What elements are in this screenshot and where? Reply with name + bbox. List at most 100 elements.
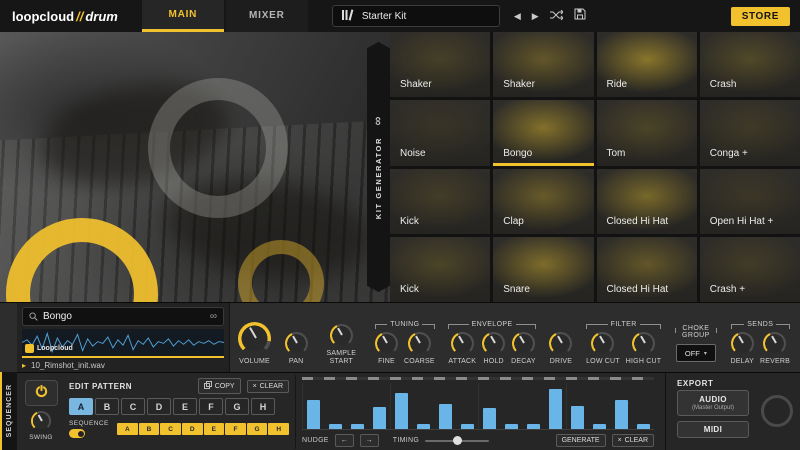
sequence-slot-e[interactable]: E	[204, 423, 225, 435]
nudge-right-button[interactable]: →	[360, 434, 379, 447]
pan-knob[interactable]	[285, 332, 308, 355]
search-input[interactable]	[43, 311, 205, 322]
pad-11[interactable]: Closed Hi Hat	[597, 169, 697, 234]
sequence-slot-a[interactable]: A	[117, 423, 138, 435]
pad-15[interactable]: Closed Hi Hat	[597, 237, 697, 302]
step-14[interactable]	[588, 383, 610, 429]
sequence-slot-b[interactable]: B	[139, 423, 160, 435]
attack-knob[interactable]	[451, 332, 474, 355]
step-bar[interactable]	[373, 407, 386, 429]
play-icon[interactable]: ▸	[22, 362, 26, 370]
choke-group-dropdown[interactable]: OFF ▾	[676, 344, 716, 362]
step-bar[interactable]	[637, 424, 650, 429]
step-bar[interactable]	[351, 424, 364, 429]
generate-button[interactable]: GENERATE	[556, 434, 606, 447]
pad-6[interactable]: Bongo	[493, 100, 593, 165]
step-bar[interactable]	[549, 389, 562, 429]
pad-10[interactable]: Clap	[493, 169, 593, 234]
pattern-button-d[interactable]: D	[147, 398, 171, 415]
save-button[interactable]	[574, 7, 586, 25]
pattern-button-b[interactable]: B	[95, 398, 119, 415]
prev-preset-button[interactable]: ◀	[514, 12, 521, 21]
step-8[interactable]	[456, 383, 478, 429]
step-12[interactable]	[544, 383, 566, 429]
copy-pattern-button[interactable]: COPY	[198, 378, 241, 394]
step-13[interactable]	[566, 383, 588, 429]
nudge-left-button[interactable]: ←	[335, 434, 354, 447]
step-bar[interactable]	[461, 424, 474, 429]
step-bar[interactable]	[505, 424, 518, 429]
step-bar[interactable]	[395, 393, 408, 429]
step-bar[interactable]	[439, 404, 452, 429]
pad-5[interactable]: Noise	[390, 100, 490, 165]
reverb-knob[interactable]	[763, 332, 786, 355]
pad-4[interactable]: Crash	[700, 32, 800, 97]
pad-2[interactable]: Shaker	[493, 32, 593, 97]
export-midi-button[interactable]: MIDI	[677, 421, 749, 438]
drive-knob[interactable]	[549, 332, 572, 355]
step-4[interactable]	[368, 383, 390, 429]
step-11[interactable]	[522, 383, 544, 429]
pattern-button-f[interactable]: F	[199, 398, 223, 415]
pad-8[interactable]: Conga +	[700, 100, 800, 165]
sequence-slot-h[interactable]: H	[268, 423, 289, 435]
step-7[interactable]	[434, 383, 456, 429]
coarse-knob[interactable]	[408, 332, 431, 355]
pattern-button-g[interactable]: G	[225, 398, 249, 415]
shuffle-button[interactable]	[550, 7, 563, 25]
high-cut-knob[interactable]	[632, 332, 655, 355]
sequencer-power-button[interactable]	[25, 380, 58, 406]
step-bar[interactable]	[571, 406, 584, 429]
pattern-button-a[interactable]: A	[69, 398, 93, 415]
step-10[interactable]	[500, 383, 522, 429]
sequence-slot-c[interactable]: C	[160, 423, 181, 435]
pad-9[interactable]: Kick	[390, 169, 490, 234]
step-3[interactable]	[346, 383, 368, 429]
step-bar[interactable]	[329, 424, 342, 429]
decay-knob[interactable]	[512, 332, 535, 355]
step-6[interactable]	[412, 383, 434, 429]
swing-knob[interactable]	[31, 411, 51, 431]
step-bar[interactable]	[307, 400, 320, 429]
delay-knob[interactable]	[731, 332, 754, 355]
pad-16[interactable]: Crash +	[700, 237, 800, 302]
preset-selector[interactable]: Starter Kit	[332, 5, 500, 27]
sequence-slot-f[interactable]: F	[225, 423, 246, 435]
sequence-toggle[interactable]	[69, 429, 85, 438]
store-button[interactable]: STORE	[731, 7, 790, 26]
sample-start-knob[interactable]	[330, 324, 353, 347]
step-9[interactable]	[478, 383, 500, 429]
loopcloud-link-icon[interactable]: ∞	[210, 311, 217, 322]
pattern-button-c[interactable]: C	[121, 398, 145, 415]
step-16[interactable]	[632, 383, 654, 429]
next-preset-button[interactable]: ▶	[532, 12, 539, 21]
step-bar[interactable]	[417, 424, 430, 429]
pad-14[interactable]: Snare	[493, 237, 593, 302]
step-15[interactable]	[610, 383, 632, 429]
pad-13[interactable]: Kick	[390, 237, 490, 302]
pad-1[interactable]: Shaker	[390, 32, 490, 97]
sequencer-section-tab[interactable]: SEQUENCER	[0, 372, 17, 450]
clear-steps-button[interactable]: × CLEAR	[612, 434, 654, 447]
step-bar[interactable]	[593, 424, 606, 429]
pad-7[interactable]: Tom	[597, 100, 697, 165]
timing-slider[interactable]	[425, 440, 489, 442]
sequence-slot-d[interactable]: D	[182, 423, 203, 435]
step-bar[interactable]	[615, 400, 628, 429]
step-2[interactable]	[324, 383, 346, 429]
step-1[interactable]	[302, 383, 324, 429]
volume-knob[interactable]	[238, 322, 271, 355]
pad-12[interactable]: Open Hi Hat +	[700, 169, 800, 234]
low-cut-knob[interactable]	[591, 332, 614, 355]
pad-3[interactable]: Ride	[597, 32, 697, 97]
fine-knob[interactable]	[375, 332, 398, 355]
tab-main[interactable]: MAIN	[142, 0, 224, 32]
sequence-slot-g[interactable]: G	[247, 423, 268, 435]
sample-file-row[interactable]: ▸ 10_Rimshot_init.wav	[22, 360, 224, 371]
step-bar[interactable]	[527, 424, 540, 429]
waveform-display[interactable]: Loopcloud	[22, 329, 224, 358]
hold-knob[interactable]	[482, 332, 505, 355]
export-audio-button[interactable]: AUDIO (Master Output)	[677, 390, 749, 416]
export-knob[interactable]	[761, 395, 793, 427]
pattern-button-h[interactable]: H	[251, 398, 275, 415]
